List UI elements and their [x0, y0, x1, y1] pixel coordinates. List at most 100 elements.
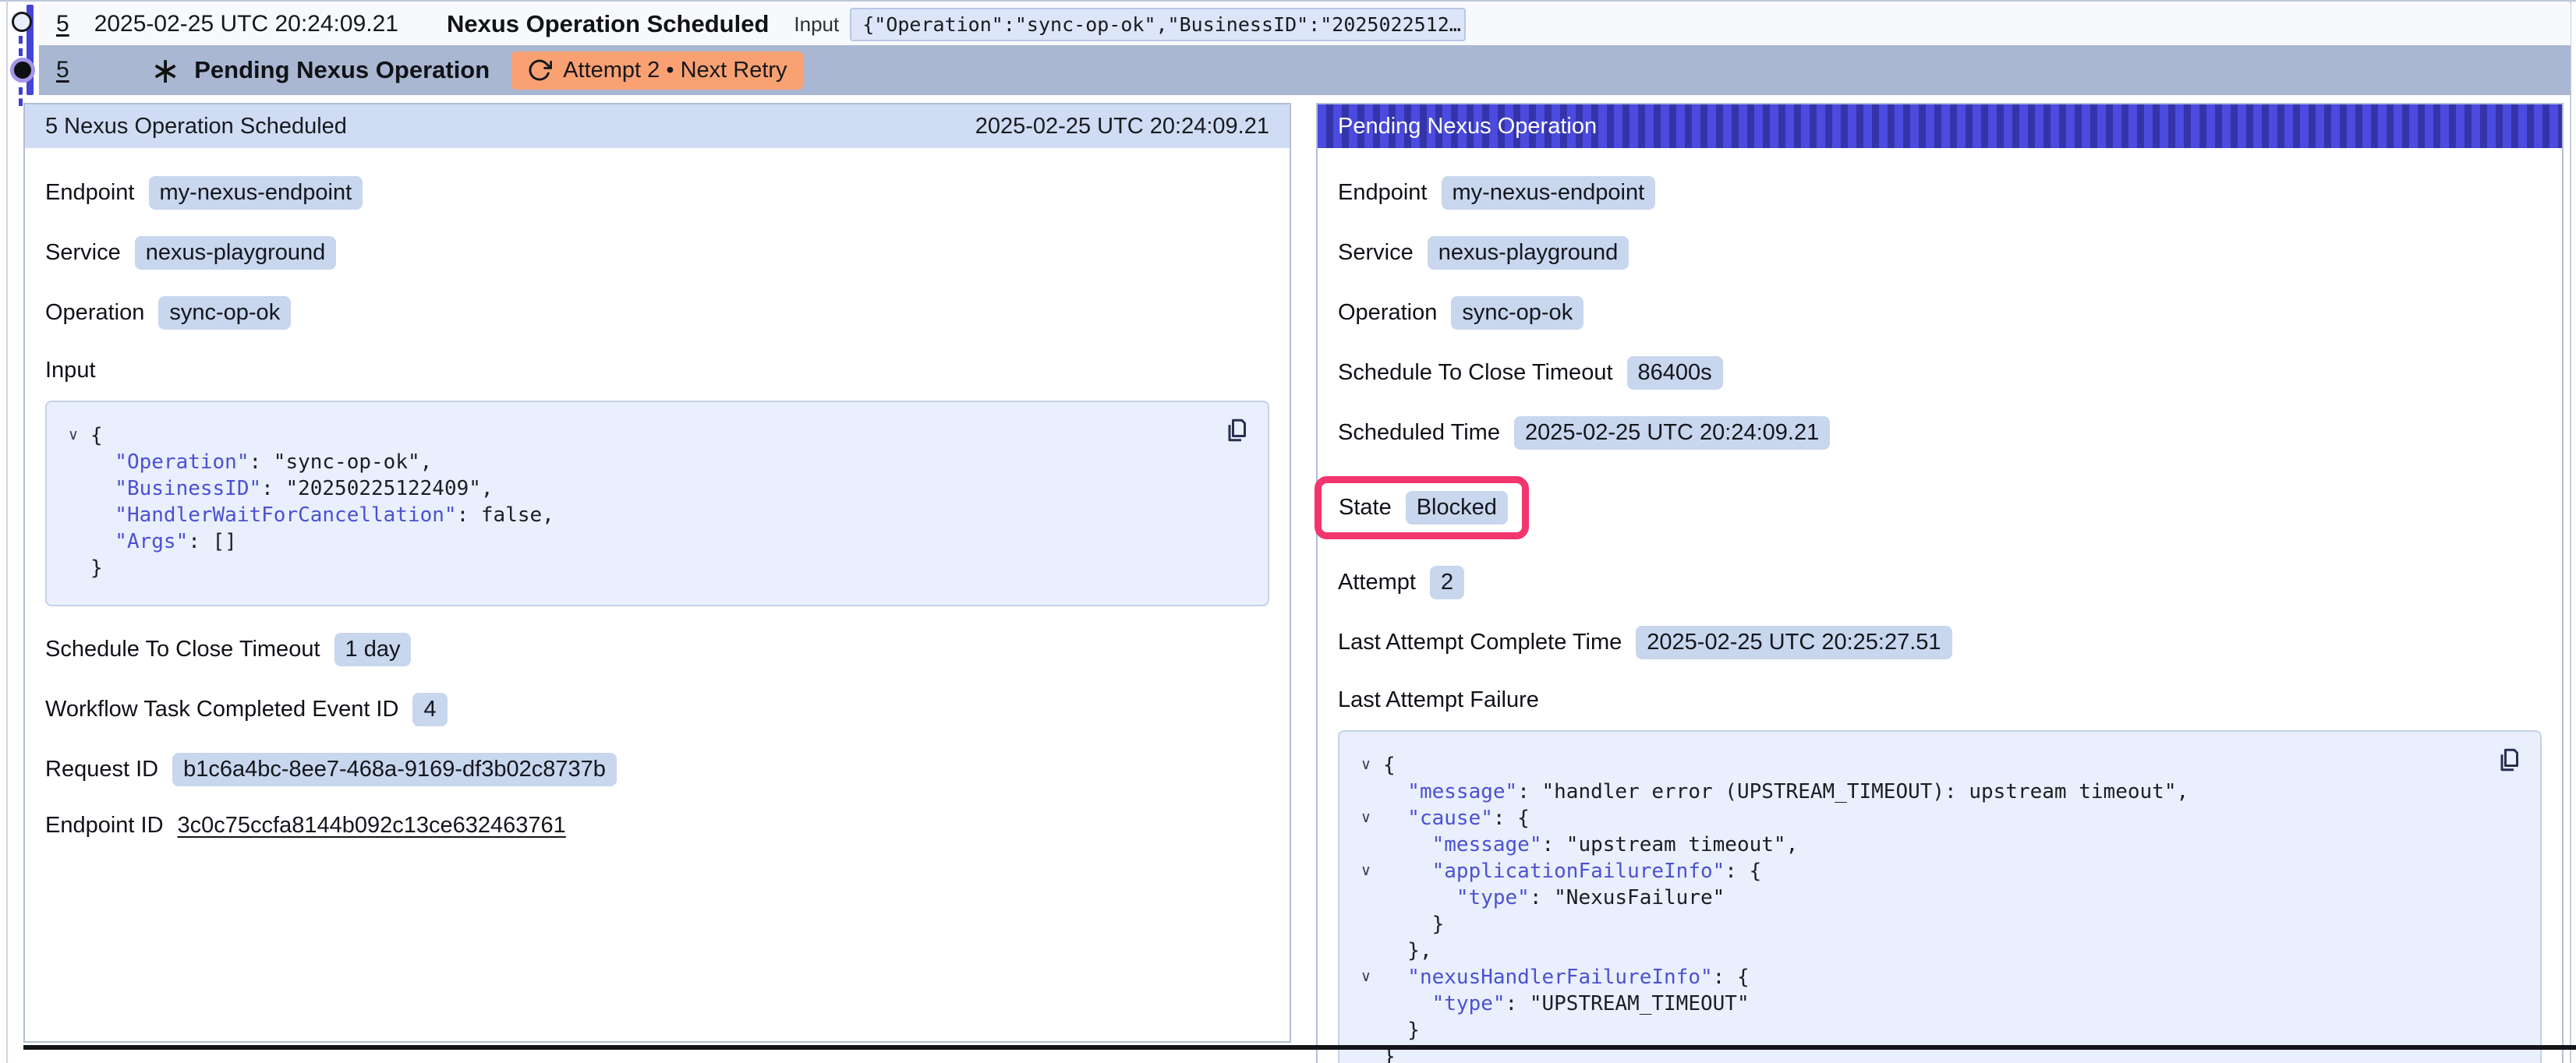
field-row-request-id: Request IDb1c6a4bc-8ee7-468a-9169-df3b02… [45, 753, 1269, 786]
input-preview-chip: {"Operation":"sync-op-ok","BusinessID":"… [850, 8, 1466, 41]
field-label: Endpoint ID [45, 813, 164, 839]
copy-button[interactable] [1221, 415, 1252, 446]
code-text: }, [1383, 938, 1432, 964]
json-key: "nexusHandlerFailureInfo" [1407, 966, 1712, 989]
collapse-chevron-icon[interactable]: ∨ [1349, 805, 1383, 832]
json-key: "Args" [115, 530, 188, 553]
collapse-chevron-icon[interactable]: ∨ [1349, 964, 1383, 991]
code-text: "type": "UPSTREAM_TIMEOUT" [1383, 991, 1750, 1017]
left-fields-bottom: Schedule To Close Timeout 1 day Workflow T… [45, 633, 1269, 839]
input-preview-label: Input [794, 12, 839, 37]
json-text: : "NexusFailure" [1530, 886, 1725, 909]
code-text: "Args": [] [90, 528, 237, 555]
code-text: "cause": { [1383, 805, 1530, 832]
event-id-link[interactable]: 5 [56, 57, 69, 83]
code-line: "message": "upstream timeout", [1349, 832, 2521, 858]
field-label: Operation [1338, 300, 1437, 326]
code-text: "nexusHandlerFailureInfo": { [1383, 964, 1750, 991]
field-label: Schedule To Close Timeout [45, 637, 320, 662]
json-key: "cause" [1407, 807, 1493, 830]
field-row-last-attempt-complete-time: Last Attempt Complete Time2025-02-25 UTC… [1338, 626, 2542, 659]
code-line: ∨{ [1349, 752, 2521, 779]
json-text: : "sync-op-ok", [249, 450, 432, 474]
highlight-box: StateBlocked [1315, 476, 1529, 539]
field-row-service: Servicenexus-playground [1338, 236, 2542, 270]
field-value-chip: 1 day [334, 633, 412, 666]
retry-badge-label: Attempt 2 • Next Retry [563, 58, 787, 83]
json-text: }, [1407, 939, 1431, 962]
json-text: : "handler error (UPSTREAM_TIMEOUT): ups… [1517, 780, 2189, 803]
collapse-chevron-icon[interactable]: ∨ [1349, 752, 1383, 779]
field-label: Operation [45, 300, 144, 326]
field-label: Schedule To Close Timeout [1338, 360, 1613, 386]
field-label: Request ID [45, 757, 158, 782]
top-border [0, 0, 2576, 2]
timeline-connector [19, 87, 23, 106]
field-row-operation: Operation sync-op-ok [1338, 296, 2542, 330]
code-text: { [1383, 752, 1396, 779]
collapse-chevron-icon[interactable]: ∨ [56, 422, 90, 449]
field-label: Scheduled Time [1338, 420, 1500, 446]
field-value-chip: 4 [412, 693, 447, 726]
json-key: "Operation" [115, 450, 249, 474]
copy-button[interactable] [2493, 744, 2525, 775]
right-panel-header: Pending Nexus Operation [1318, 104, 2562, 148]
json-key: "message" [1432, 833, 1542, 856]
json-text: } [90, 556, 103, 580]
input-section-label: Input [45, 358, 1269, 383]
code-line: ∨"applicationFailureInfo": { [1349, 858, 2521, 885]
code-text: "type": "NexusFailure" [1383, 885, 1725, 911]
field-row-state: StateBlocked [1338, 476, 2542, 539]
field-value-chip: nexus-playground [135, 236, 337, 270]
field-label: State [1339, 495, 1392, 521]
field-label: Workflow Task Completed Event ID [45, 697, 398, 722]
code-text: } [1383, 911, 1444, 938]
json-key: "type" [1456, 886, 1530, 909]
field-value-chip: nexus-playground [1428, 236, 1629, 270]
field-value-chip: 86400s [1627, 356, 1723, 390]
json-text: { [1383, 754, 1396, 777]
event-title: Nexus Operation Scheduled [447, 10, 769, 38]
event-row-scheduled[interactable]: 5 2025-02-25 UTC 20:24:09.21 Nexus Opera… [39, 3, 2571, 45]
failure-code-block: ∨{"message": "handler error (UPSTREAM_TI… [1338, 730, 2542, 1063]
code-line: "Operation": "sync-op-ok", [56, 449, 1249, 475]
json-key: "message" [1407, 780, 1517, 803]
json-text: : "20250225122409", [261, 477, 493, 500]
field-label: Endpoint [45, 180, 135, 206]
collapse-chevron-icon[interactable]: ∨ [1349, 858, 1383, 885]
json-key: "type" [1432, 992, 1506, 1015]
code-line: } [56, 555, 1249, 581]
field-value-link[interactable]: 3c0c75ccfa8144b092c13ce632463761 [178, 813, 566, 839]
event-id-link[interactable]: 5 [56, 11, 69, 37]
field-row-scheduled-time: Scheduled Time2025-02-25 UTC 20:24:09.21 [1338, 416, 2542, 450]
code-line: "type": "NexusFailure" [1349, 885, 2521, 911]
input-code-block: ∨{"Operation": "sync-op-ok","BusinessID"… [45, 401, 1269, 606]
event-time: 2025-02-25 UTC 20:24:09.21 [94, 11, 398, 37]
right-detail-panel: Pending Nexus Operation Endpointmy-nexus… [1316, 103, 2564, 1063]
left-detail-panel: 5 Nexus Operation Scheduled 2025-02-25 U… [23, 103, 1291, 1043]
code-text: } [1383, 1017, 1420, 1044]
field-value-chip: 2 [1430, 566, 1464, 599]
code-line: ∨"nexusHandlerFailureInfo": { [1349, 964, 2521, 991]
field-value-chip: my-nexus-endpoint [1442, 176, 1656, 210]
left-fields-top: Endpointmy-nexus-endpointServicenexus-pl… [45, 176, 1269, 330]
right-panel-title: Pending Nexus Operation [1338, 114, 1597, 139]
pending-event-row[interactable]: 5 ∗ Pending Nexus Operation Attempt 2 • … [39, 45, 2571, 95]
field-row-operation: Operationsync-op-ok [45, 296, 1269, 330]
json-text: } [1407, 1019, 1420, 1042]
event-marker-open-icon [12, 12, 32, 32]
code-line: "HandlerWaitForCancellation": false, [56, 502, 1249, 528]
field-value-chip: sync-op-ok [1451, 296, 1583, 330]
copy-icon [2495, 746, 2523, 774]
json-key: "applicationFailureInfo" [1432, 860, 1725, 883]
json-key: "HandlerWaitForCancellation" [115, 503, 456, 527]
field-value-chip: my-nexus-endpoint [149, 176, 363, 210]
left-panel-title: 5 Nexus Operation Scheduled [45, 114, 347, 139]
pending-event-title: Pending Nexus Operation [194, 56, 490, 84]
json-text: } [1432, 913, 1445, 936]
json-text: : "upstream timeout", [1542, 833, 1799, 856]
field-value-chip: 2025-02-25 UTC 20:25:27.51 [1636, 626, 1951, 659]
code-line: } [1349, 911, 2521, 938]
code-text: } [90, 555, 103, 581]
code-line: "BusinessID": "20250225122409", [56, 475, 1249, 502]
